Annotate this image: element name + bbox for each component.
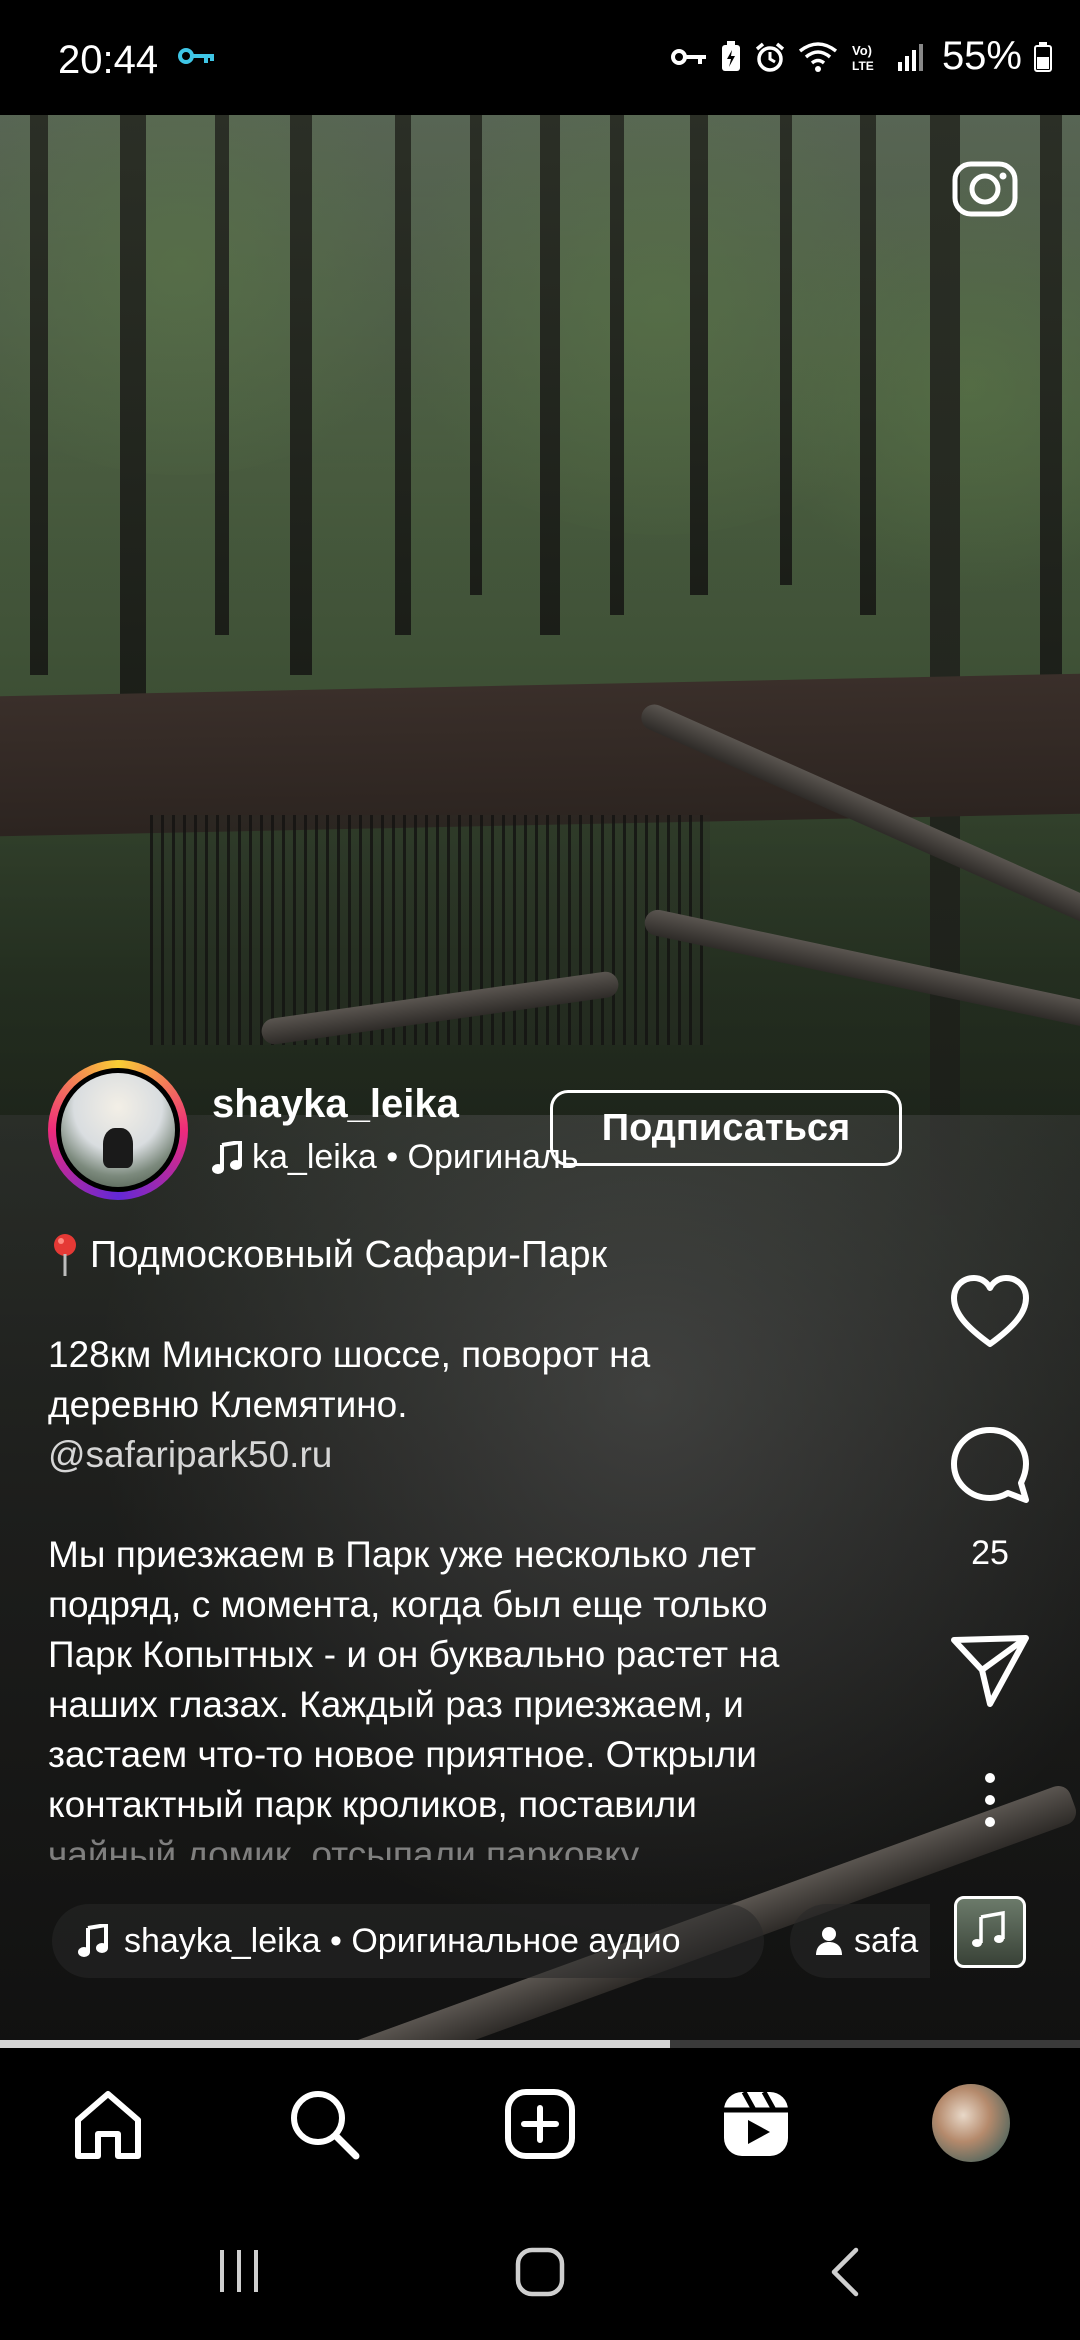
- tree-trunk: [290, 115, 312, 675]
- audio-thumbnail[interactable]: [954, 1896, 1026, 1968]
- caption-link[interactable]: @safaripark50.ru: [48, 1430, 928, 1480]
- profile-avatar[interactable]: [932, 2084, 1010, 2162]
- location-tag[interactable]: Подмосковный Сафари-Парк: [50, 1232, 607, 1278]
- more-options-icon[interactable]: [975, 1772, 1005, 1828]
- audio-pill-text: shayka_leika • Оригинальное аудио: [124, 1921, 681, 1960]
- location-pin-icon: [54, 1234, 76, 1276]
- music-note-icon: [972, 1910, 1005, 1947]
- tree-trunk: [30, 115, 48, 675]
- caption-line: Парк Копытных - и он буквально растет на: [48, 1634, 780, 1675]
- home-icon[interactable]: [70, 2086, 146, 2162]
- svg-text:LTE: LTE: [852, 59, 874, 73]
- wifi-icon: [798, 41, 838, 72]
- video-progress-fill: [0, 2040, 670, 2048]
- tagged-people-text: safa: [854, 1921, 919, 1960]
- tree-trunk: [930, 115, 960, 1215]
- tree-trunk: [1040, 115, 1062, 735]
- svg-text:Vo): Vo): [852, 43, 872, 58]
- status-time: 20:44: [58, 38, 159, 82]
- alarm-icon: [755, 42, 785, 72]
- volte-icon: Vo) LTE: [852, 43, 874, 73]
- audio-credit-text: ka_leika • Оригиналь: [252, 1138, 579, 1176]
- camera-icon[interactable]: [950, 152, 1020, 222]
- home-button-icon[interactable]: [514, 2246, 566, 2298]
- comment-count: 25: [971, 1534, 1009, 1572]
- create-icon[interactable]: [502, 2086, 578, 2162]
- battery-saver-icon: [721, 40, 740, 71]
- tree-trunk: [215, 115, 229, 635]
- tree-trunk: [690, 115, 708, 595]
- tree-trunk: [860, 115, 876, 615]
- bottom-navigation: [0, 2048, 1080, 2198]
- music-note-icon: [78, 1924, 108, 1957]
- video-progress-bar[interactable]: [0, 2040, 1080, 2048]
- caption-line: наших глазах. Каждый раз приезжаем, и: [48, 1684, 744, 1725]
- caption-line: подряд, с момента, когда был еще только: [48, 1584, 768, 1625]
- caption-line-faded: чайный домик, отсыпали парковку: [48, 1834, 640, 1860]
- caption-line: деревню Клемятино.: [48, 1384, 408, 1425]
- caption-line: Мы приезжаем в Парк уже несколько лет: [48, 1534, 757, 1575]
- caption-line: 128км Минского шоссе, поворот на: [48, 1334, 651, 1375]
- recent-apps-icon[interactable]: [214, 2246, 264, 2296]
- share-icon[interactable]: [950, 1632, 1030, 1708]
- search-icon[interactable]: [286, 2086, 362, 2162]
- system-navigation: [0, 2198, 1080, 2340]
- person-icon: [816, 1927, 842, 1955]
- back-icon[interactable]: [826, 2246, 862, 2298]
- battery-icon: [1034, 41, 1052, 72]
- music-note-icon: [212, 1140, 242, 1174]
- audio-pill[interactable]: shayka_leika • Оригинальное аудио: [52, 1904, 764, 1978]
- audio-credit[interactable]: ka_leika • Оригиналь: [212, 1138, 579, 1177]
- wooden-bridge: [0, 673, 1080, 837]
- tree-trunk: [120, 115, 146, 715]
- author-username[interactable]: shayka_leika: [212, 1082, 459, 1127]
- vpn-key-icon: [178, 48, 214, 64]
- tagged-people-pill[interactable]: safa: [790, 1904, 930, 1978]
- signal-icon: [897, 43, 923, 71]
- tree-trunk: [470, 115, 482, 595]
- caption[interactable]: 128км Минского шоссе, поворот на деревню…: [48, 1330, 928, 1860]
- location-name: Подмосковный Сафари-Парк: [90, 1233, 608, 1276]
- tree-trunk: [610, 115, 624, 615]
- tree-trunk: [780, 115, 792, 585]
- author-avatar[interactable]: [48, 1060, 188, 1200]
- reels-icon[interactable]: [718, 2086, 794, 2162]
- caption-line: контактный парк кроликов, поставили: [48, 1784, 697, 1825]
- follow-button[interactable]: Подписаться: [550, 1090, 902, 1166]
- caption-line: застаем что-то новое приятное. Открыли: [48, 1734, 757, 1775]
- status-bar: 20:44 Vo) LTE 55%: [0, 0, 1080, 115]
- key-icon: [670, 48, 706, 65]
- battery-percent: 55%: [941, 34, 1022, 78]
- comment-icon[interactable]: [948, 1424, 1032, 1508]
- tree-trunk: [395, 115, 411, 635]
- like-icon[interactable]: [948, 1272, 1032, 1352]
- tree-trunk: [540, 115, 560, 635]
